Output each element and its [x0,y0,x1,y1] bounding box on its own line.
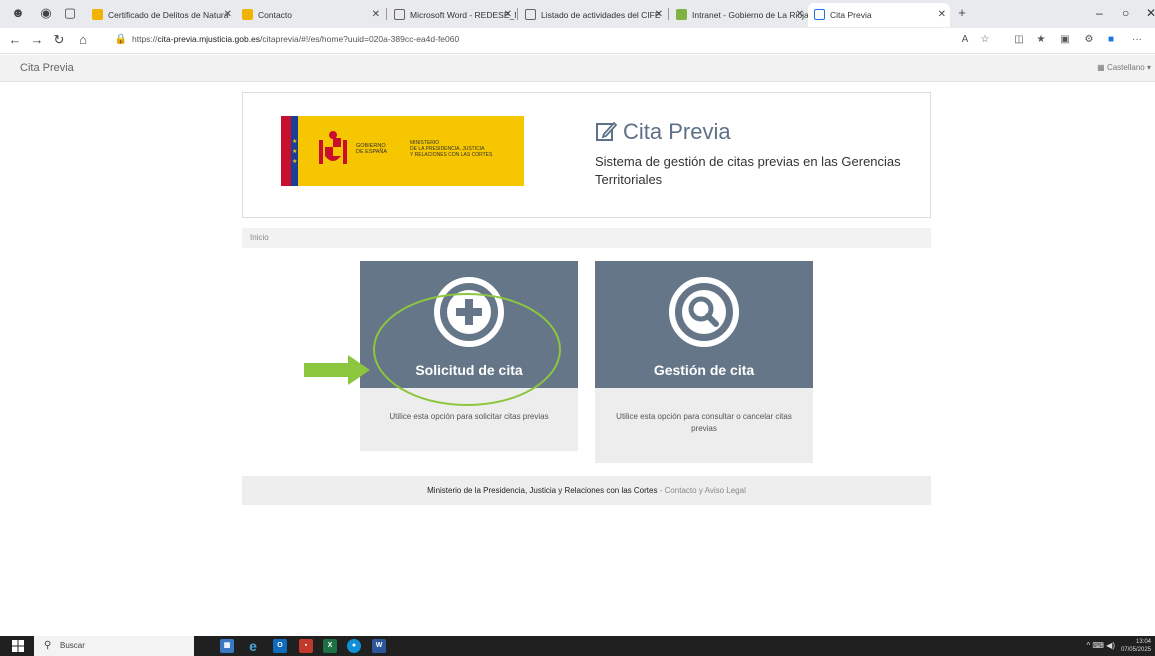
coat-of-arms-icon [319,131,347,164]
close-tab-icon[interactable]: ✕ [655,3,663,27]
browser-tab-intranet[interactable]: Intranet - Gobierno de La Rioja ✕ [670,3,808,27]
highlight-ellipse [373,293,561,406]
edit-icon [814,9,825,20]
gov-icon [242,9,253,20]
browser-tab-certificado[interactable]: Certificado de Delitos de Natura ✕ [86,3,236,27]
close-tab-icon[interactable]: ✕ [372,3,380,27]
card-header[interactable]: Gestión de cita [595,261,813,388]
profile-icon[interactable]: ☻ [10,5,26,21]
home-icon[interactable]: ⌂ [74,32,92,47]
language-selector[interactable]: ▦ Castellano ▾ [1097,63,1151,72]
document-icon [525,9,536,20]
windows-start-icon[interactable] [12,640,24,652]
flag-icon: ▦ [1097,63,1107,72]
restore-icon[interactable]: ○ [1122,6,1129,20]
manage-appointment-card[interactable]: Gestión de cita Utilice esta opción para… [595,261,813,463]
windows-taskbar: ⚲ Buscar ▦ e O ▪ X ● W ^ ⌨ ◀) 13:04 07/0… [0,636,1155,656]
forward-icon[interactable]: → [28,32,46,47]
outlook-icon[interactable]: O [273,639,287,653]
edge-icon[interactable]: ● [347,639,361,653]
legal-notice-link[interactable]: Aviso Legal [705,486,746,495]
pointer-arrow-icon [304,355,370,385]
favorites-icon[interactable]: ★ [1034,34,1048,45]
extensions-icon[interactable]: ⚙ [1082,34,1096,45]
close-tab-icon[interactable]: ✕ [938,3,946,27]
excel-icon[interactable]: X [323,639,337,653]
page-title: Cita Previa [595,119,731,145]
browser-tab-cife[interactable]: Listado de actividades del CIFE ✕ [519,3,667,27]
browser-tab-cita-previa[interactable]: Cita Previa ✕ [808,3,950,27]
search-circle-icon [669,277,739,347]
app-brand[interactable]: Cita Previa [20,62,74,74]
close-tab-icon[interactable]: ✕ [224,3,232,27]
address-bar: ← → ↻ ⌂ 🔒 https://cita-previa.mjusticia.… [0,28,1155,54]
browser-tab-strip: ☻ ◉ ▢ Certificado de Delitos de Natura ✕… [0,0,1155,28]
close-tab-icon[interactable]: ✕ [504,3,512,27]
taskbar-search[interactable]: ⚲ Buscar [34,636,194,656]
back-icon[interactable]: ← [6,32,24,47]
card-description: Utilice esta opción para solicitar citas… [389,412,549,421]
close-window-icon[interactable]: ✕ [1146,6,1155,20]
document-icon [394,9,405,20]
page-header: ★ ★ ★ GOBIERNO DE ESPAÑA MINISTERIO DE L… [242,92,931,218]
app-icon[interactable]: ▪ [299,639,313,653]
tab-actions-icon[interactable]: ▢ [62,5,78,21]
new-tab-icon[interactable]: + [954,5,970,21]
clock[interactable]: 13:04 07/05/2025 [1121,638,1151,654]
breadcrumb: Inicio [242,228,931,248]
gov-icon [92,9,103,20]
app-navbar: Cita Previa ▦ Castellano ▾ [0,55,1155,82]
page-footer: Ministerio de la Presidencia, Justicia y… [242,476,931,505]
contact-link[interactable]: Contacto [665,486,697,495]
ministry-logo: ★ ★ ★ GOBIERNO DE ESPAÑA MINISTERIO DE L… [281,116,524,186]
edit-icon [596,121,618,141]
rioja-icon [676,9,687,20]
internet-explorer-icon[interactable]: e [246,639,260,653]
collections-icon[interactable]: ▣ [1058,34,1072,45]
page-subtitle: Sistema de gestión de citas previas en l… [595,154,901,187]
close-tab-icon[interactable]: ✕ [796,3,804,27]
browser-tab-word[interactable]: Microsoft Word - REDESE_Manu ✕ [388,3,516,27]
lock-icon: 🔒 [114,34,128,45]
url-field[interactable]: https://cita-previa.mjusticia.gob.es/cit… [132,34,459,44]
breadcrumb-home[interactable]: Inicio [250,233,269,242]
task-view-icon[interactable]: ▦ [220,639,234,653]
workspaces-icon[interactable]: ◉ [38,5,54,21]
minimize-icon[interactable]: – [1096,6,1103,20]
word-icon[interactable]: W [372,639,386,653]
search-icon: ⚲ [44,640,52,651]
split-screen-icon[interactable]: ◫ [1012,34,1026,45]
browser-tab-contacto[interactable]: Contacto ✕ [236,3,384,27]
copilot-icon[interactable]: ■ [1104,34,1118,45]
card-description: Utilice esta opción para consultar o can… [616,412,792,433]
menu-icon[interactable]: ··· [1130,34,1144,45]
reload-icon[interactable]: ↻ [50,32,68,48]
system-tray[interactable]: ^ ⌨ ◀) [1086,641,1115,650]
favorite-star-icon[interactable]: ☆ [978,34,992,45]
read-aloud-icon[interactable]: A [958,34,972,45]
card-title[interactable]: Gestión de cita [595,362,813,378]
